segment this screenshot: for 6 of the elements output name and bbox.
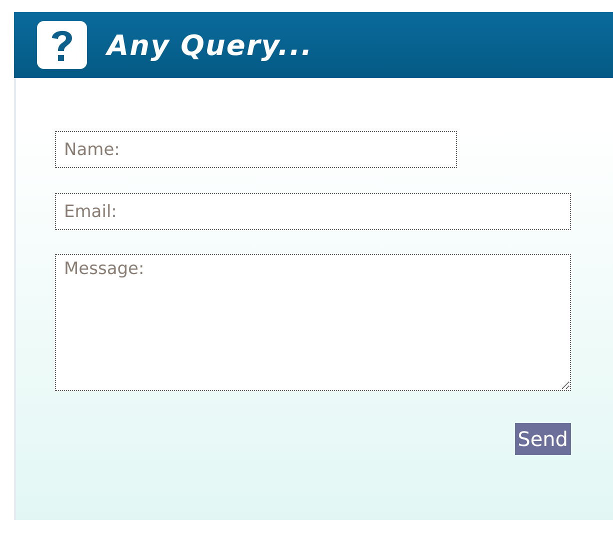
name-field[interactable]: Name: bbox=[55, 131, 457, 168]
message-field[interactable]: Message: bbox=[55, 254, 571, 391]
send-button[interactable]: Send bbox=[514, 423, 571, 455]
email-field[interactable]: Email: bbox=[55, 193, 571, 230]
help-icon bbox=[37, 21, 87, 69]
header-title: Any Query... bbox=[107, 28, 313, 62]
